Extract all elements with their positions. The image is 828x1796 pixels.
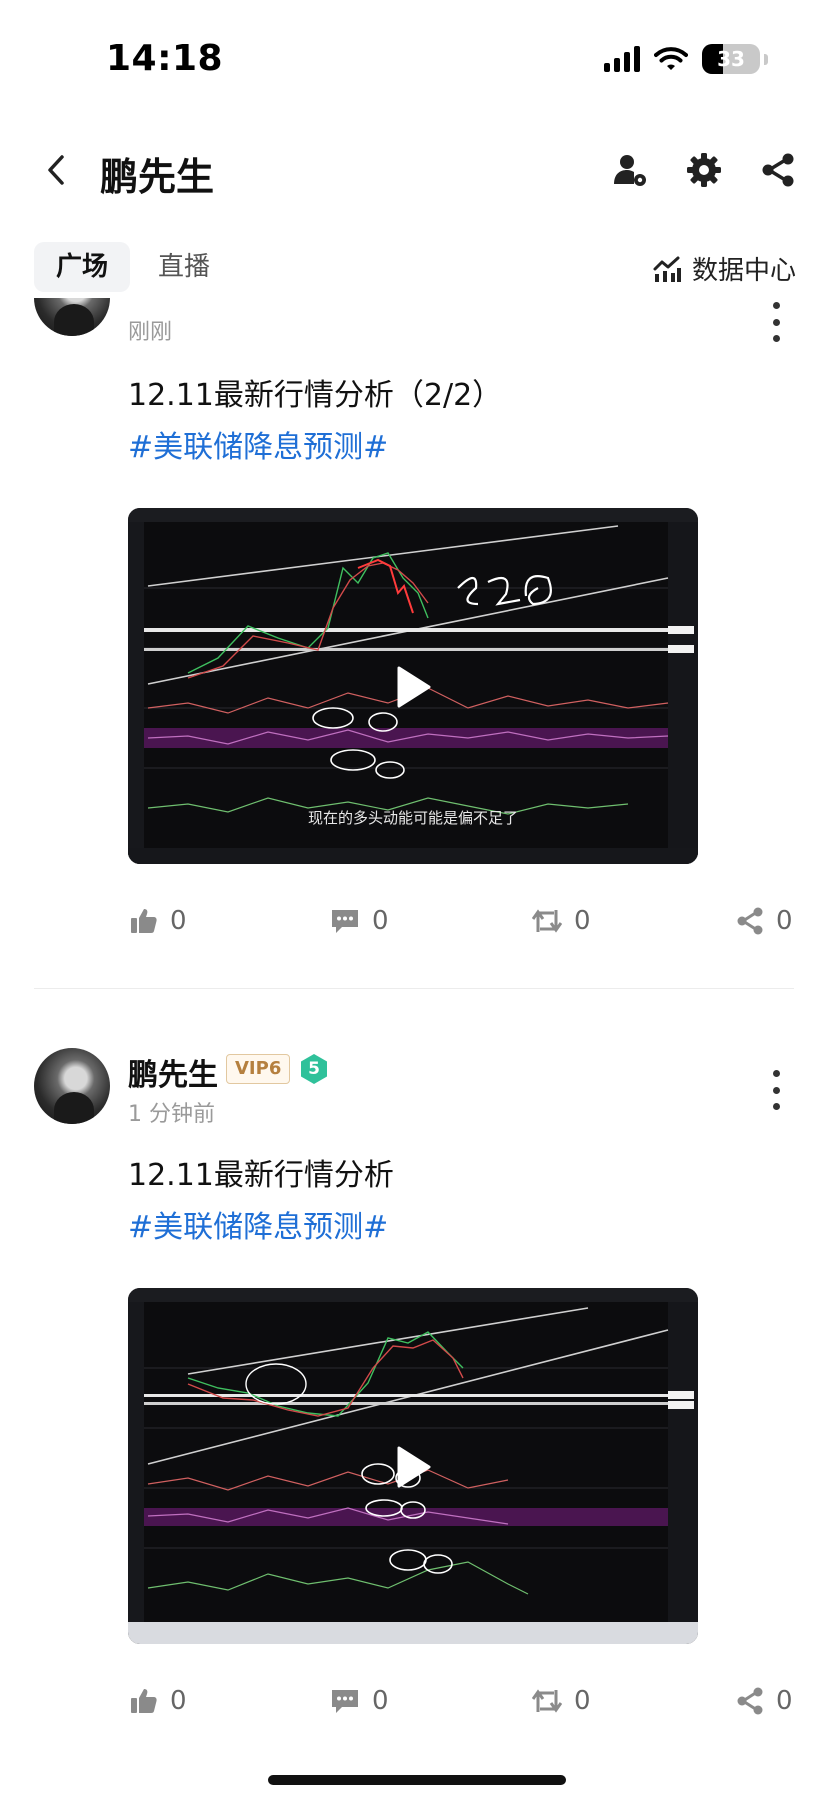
video-thumbnail[interactable]: 现在的多头动能可能是偏不足了 [128,508,698,864]
vip-badge: VIP6 [226,1054,291,1084]
home-indicator[interactable] [268,1775,566,1785]
cellular-signal-icon [604,46,640,72]
status-bar: 14:18 33 [0,0,828,110]
battery-percent: 33 [717,47,745,71]
header: 鹏先生 [0,120,828,220]
video-subtitle: 现在的多头动能可能是偏不足了 [307,809,518,827]
thumbs-up-icon [131,909,157,933]
user-settings-button[interactable] [610,150,650,190]
post-text: 12.11最新行情分析 [128,1158,394,1193]
post-actions: 0 0 0 0 [0,1686,828,1718]
tab-square[interactable]: 广场 [34,242,131,292]
avatar[interactable] [34,1048,110,1124]
share-count: 0 [776,906,793,936]
post-text: 12.11最新行情分析（2/2） [128,378,503,413]
comment-count: 0 [372,906,389,936]
share-page-button[interactable] [758,150,798,190]
avatar[interactable] [34,298,110,336]
video-thumbnail[interactable] [128,1288,698,1644]
page-title: 鹏先生 [100,155,215,199]
repost-count: 0 [574,906,591,936]
like-count: 0 [170,906,187,936]
post-card: 鹏先生 VIP6 5 1 分钟前 12.11最新行情分析 #美联储降息预测# 0… [0,1038,828,1718]
tab-bar: 广场 直播 数据中心 [0,240,828,298]
post-actions: 0 0 0 0 [0,906,828,950]
hashtag-link[interactable]: #美联储降息预测# [128,422,388,466]
post-time: 1 分钟前 [128,1102,215,1127]
status-time: 14:18 [106,38,224,79]
data-center-link[interactable]: 数据中心 [652,250,796,287]
more-icon[interactable] [770,1070,782,1110]
repost-icon [532,1689,562,1713]
settings-button[interactable] [684,150,724,190]
repost-icon [532,909,562,933]
play-icon [397,666,431,708]
thumbs-up-icon [131,1689,157,1713]
share-button[interactable]: 0 [736,1686,793,1716]
play-button[interactable] [378,1432,448,1502]
share-button[interactable]: 0 [736,906,793,936]
repost-button[interactable]: 0 [532,1686,591,1716]
share-icon [737,907,763,935]
like-button[interactable]: 0 [130,906,187,936]
play-button[interactable] [378,652,448,722]
data-center-label: 数据中心 [691,256,796,286]
hashtag-link[interactable]: #美联储降息预测# [128,1202,388,1246]
comment-icon [332,1690,358,1713]
battery-icon: 33 [702,44,760,74]
post-time: 刚刚 [128,320,173,345]
share-count: 0 [776,1686,793,1716]
comment-count: 0 [372,1686,389,1716]
level-badge: 5 [298,1053,330,1085]
feed: 刚刚 12.11最新行情分析（2/2） #美联储降息预测# 现在的多头动能可能是… [0,298,828,1718]
comment-button[interactable]: 0 [330,906,389,936]
author-name[interactable]: 鹏先生 [128,1050,218,1094]
taskbar-image [128,1622,698,1644]
more-icon[interactable] [770,302,782,342]
comment-icon [332,910,358,933]
repost-count: 0 [574,1686,591,1716]
header-actions [610,150,798,190]
divider [34,988,794,989]
gear-icon [687,153,721,187]
share-icon [762,153,794,187]
level-number: 5 [308,1059,320,1079]
user-settings-icon [614,155,646,186]
status-icons: 33 [604,44,768,74]
share-icon [737,1687,763,1715]
chart-line-icon [653,256,681,282]
like-button[interactable]: 0 [130,1686,187,1716]
repost-button[interactable]: 0 [532,906,591,936]
back-arrow-icon [48,155,64,185]
tab-live[interactable]: 直播 [136,242,232,292]
comment-button[interactable]: 0 [330,1686,389,1716]
wifi-icon [654,47,688,70]
post-card: 刚刚 12.11最新行情分析（2/2） #美联储降息预测# 现在的多头动能可能是… [0,298,828,988]
like-count: 0 [170,1686,187,1716]
play-icon [397,1446,431,1488]
back-button[interactable] [36,150,76,190]
